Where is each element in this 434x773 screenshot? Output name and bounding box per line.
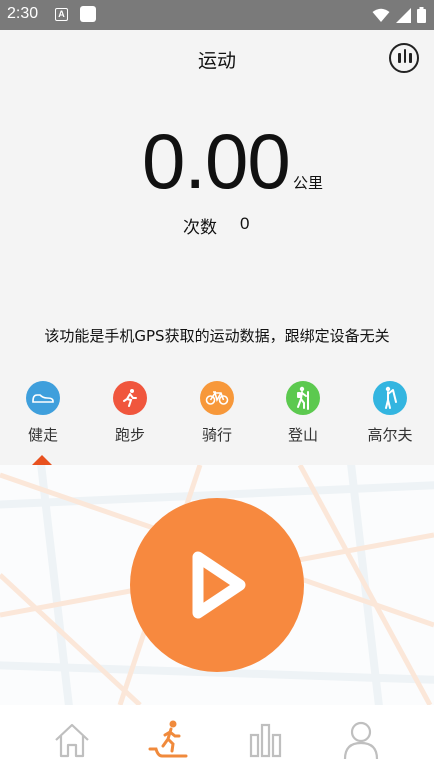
stats-bars-icon (398, 53, 401, 63)
person-icon (343, 721, 379, 760)
status-bar: 2:30 A (0, 0, 434, 30)
sport-tab-golf[interactable]: 高尔夫 (355, 381, 425, 445)
sport-tab-label: 健走 (27, 426, 58, 444)
sport-tab-label: 跑步 (114, 426, 145, 444)
shoe-icon (26, 381, 60, 415)
sport-tab-run[interactable]: 跑步 (95, 381, 165, 445)
gps-notice: 该功能是手机GPS获取的运动数据，跟绑定设备无关 (44, 327, 390, 345)
nav-profile[interactable] (331, 717, 391, 763)
wifi-icon (372, 8, 390, 22)
count-label: 次数 (183, 218, 217, 238)
play-icon (192, 551, 246, 619)
nav-data[interactable] (235, 717, 295, 763)
sport-tab-hike[interactable]: 登山 (268, 381, 338, 445)
nav-sport[interactable] (139, 717, 199, 763)
nav-home[interactable] (42, 717, 102, 763)
bottom-nav (0, 705, 434, 773)
status-icons (372, 7, 426, 23)
bar-chart-icon (249, 723, 282, 758)
count-value: 0 (240, 214, 250, 233)
start-button[interactable] (130, 498, 304, 672)
home-icon (55, 723, 89, 758)
distance-value: 0.00 (142, 117, 291, 205)
golf-icon (373, 381, 407, 415)
sport-tab-cycle[interactable]: 骑行 (182, 381, 252, 445)
signal-icon (396, 7, 411, 23)
page-title: 运动 (197, 50, 236, 72)
stats-button[interactable] (389, 43, 419, 73)
sport-tab-walk[interactable]: 健走 (8, 381, 78, 445)
notification-a-icon: A (55, 8, 68, 21)
distance-unit: 公里 (293, 174, 324, 192)
stats-bars-icon (409, 53, 412, 63)
status-time: 2:30 (7, 5, 39, 22)
bicycle-icon (200, 381, 234, 415)
battery-icon (417, 7, 426, 23)
notification-square-icon (80, 6, 96, 22)
sport-tab-label: 登山 (287, 426, 318, 444)
sport-tab-label: 高尔夫 (367, 426, 413, 444)
walking-treadmill-icon (148, 720, 188, 758)
selected-tab-indicator (32, 455, 52, 465)
running-icon (113, 381, 147, 415)
hiking-icon (286, 381, 320, 415)
sport-tab-label: 骑行 (201, 426, 232, 444)
stats-bars-icon (403, 49, 406, 63)
